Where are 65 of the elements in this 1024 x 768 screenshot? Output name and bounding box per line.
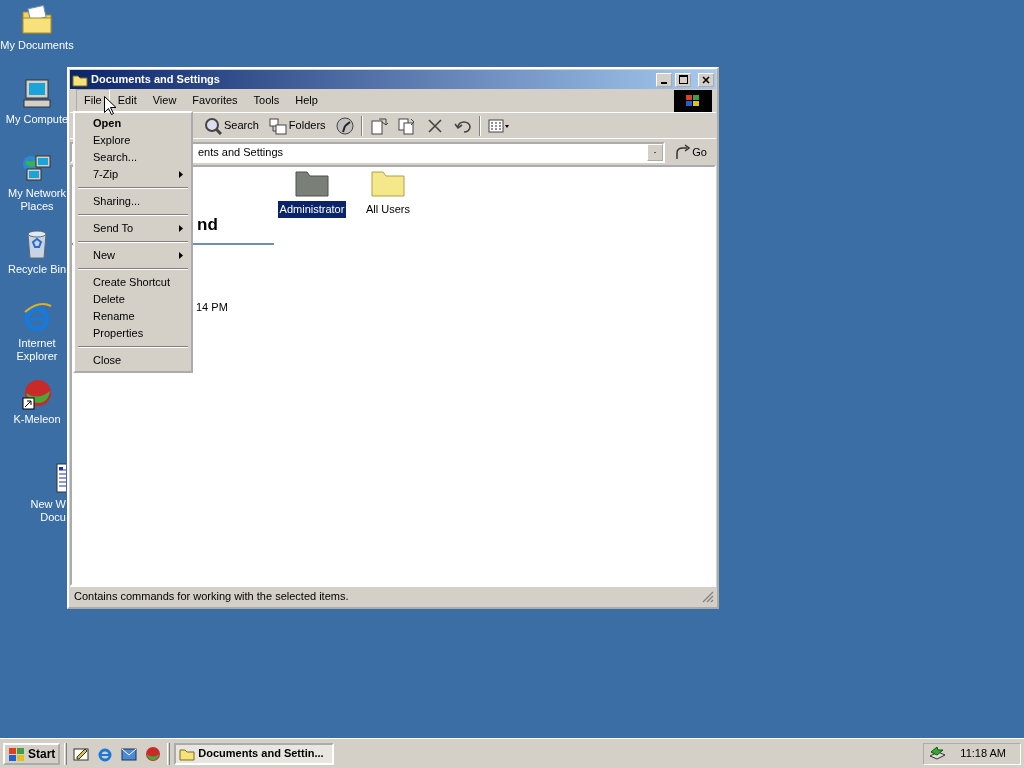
go-button[interactable]: Go xyxy=(671,143,710,161)
taskbar-button[interactable]: Documents and Settin... xyxy=(174,742,335,765)
menu-item[interactable]: New xyxy=(77,247,189,264)
icon-label[interactable]: My Documents xyxy=(0,39,74,52)
icon-label[interactable]: Internet Explorer xyxy=(16,337,58,363)
icon-label[interactable]: Recycle Bin xyxy=(7,263,67,276)
copy-to-icon xyxy=(397,116,416,135)
chameleon-icon[interactable] xyxy=(145,745,162,762)
flag-icon xyxy=(685,93,701,108)
folder-icon xyxy=(21,4,53,36)
file-label[interactable]: Administrator xyxy=(277,201,347,218)
close-button[interactable] xyxy=(698,72,714,87)
menu-item[interactable]: Sharing... xyxy=(77,193,189,210)
window-title: Documents and Settings xyxy=(91,72,221,88)
status-text: Contains commands for working with the selected items. xyxy=(73,589,350,605)
mail-icon[interactable] xyxy=(121,745,138,762)
minimize-button[interactable] xyxy=(656,72,672,87)
delete-icon xyxy=(425,116,444,135)
menu-item[interactable]: Help xyxy=(287,89,326,112)
arrow-icon xyxy=(674,144,691,160)
folders-icon xyxy=(268,116,287,135)
start-button[interactable]: Start xyxy=(3,742,61,765)
computer-icon xyxy=(21,78,53,110)
icon-label[interactable]: My Network Places xyxy=(7,187,67,213)
heading-text: nd xyxy=(197,215,218,234)
menu-item[interactable]: View xyxy=(144,89,185,112)
file-label[interactable]: All Users xyxy=(364,201,412,218)
menu-item[interactable]: 7-Zip xyxy=(77,166,189,183)
folder-icon[interactable] xyxy=(295,169,329,197)
search-icon xyxy=(204,116,222,135)
resize-grip-icon xyxy=(702,590,714,603)
icon-label[interactable]: New W Docu xyxy=(20,498,66,524)
menu-item[interactable]: Open xyxy=(77,115,189,132)
clock: 11:18 AM xyxy=(960,746,1006,762)
menu-item[interactable]: Search... xyxy=(77,149,189,166)
menu-item[interactable]: Close xyxy=(77,352,189,369)
search-button[interactable]: Search xyxy=(201,115,262,136)
menu-item[interactable]: Delete xyxy=(77,291,189,308)
detail-text: 14 PM xyxy=(196,301,228,313)
menu-item[interactable]: Create Shortcut xyxy=(77,274,189,291)
submenu-arrow-icon xyxy=(179,225,183,232)
icon-label[interactable]: My Compute xyxy=(5,113,69,126)
menu-item[interactable]: Send To xyxy=(77,220,189,237)
maximize-icon xyxy=(678,75,688,84)
folder-icon xyxy=(72,72,88,87)
desktop-icon[interactable] xyxy=(73,745,90,762)
submenu-arrow-icon xyxy=(179,171,183,178)
chameleon-icon xyxy=(21,378,53,410)
submenu-arrow-icon xyxy=(179,252,183,259)
menu-item[interactable]: Properties xyxy=(77,325,189,342)
windows-flag-icon xyxy=(8,745,26,762)
close-icon xyxy=(702,75,710,84)
clock-icon xyxy=(335,116,354,135)
menu-item[interactable]: Rename xyxy=(77,308,189,325)
icon-label[interactable]: K-Meleon xyxy=(13,413,61,426)
maximize-button[interactable] xyxy=(675,72,691,87)
menu-item[interactable]: Tools xyxy=(245,89,288,112)
network-icon xyxy=(21,152,53,184)
views-icon xyxy=(487,116,510,135)
folder-icon xyxy=(179,746,196,761)
move-to-icon xyxy=(369,116,388,135)
minimize-icon xyxy=(661,81,667,84)
folders-button[interactable]: Folders xyxy=(265,115,329,136)
menu-item[interactable]: Favorites xyxy=(184,89,246,112)
network-drive-icon[interactable] xyxy=(928,745,947,762)
